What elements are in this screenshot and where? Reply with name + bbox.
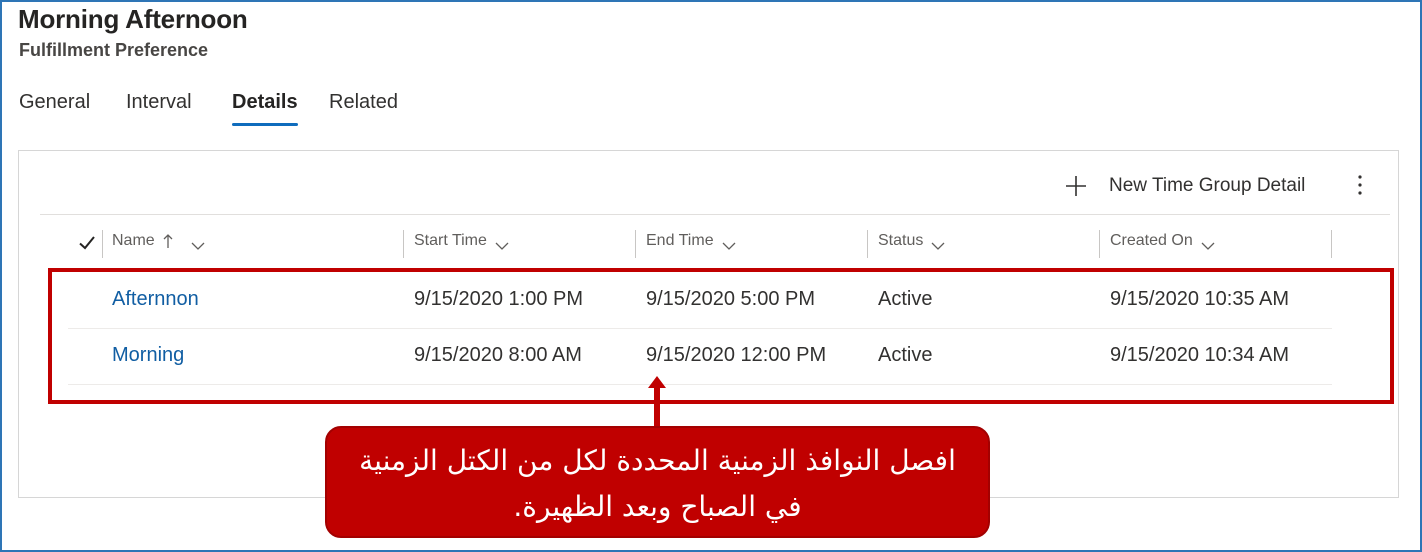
tab-related[interactable]: Related: [329, 88, 398, 126]
tab-general[interactable]: General: [19, 88, 90, 126]
chevron-down-icon: [1201, 237, 1215, 250]
column-header-end-time[interactable]: End Time: [646, 232, 736, 250]
plus-icon: [1063, 173, 1089, 199]
chevron-down-icon: [495, 237, 509, 250]
tab-details[interactable]: Details: [232, 88, 298, 126]
column-divider: [403, 230, 404, 258]
column-header-status-label: Status: [878, 232, 924, 249]
column-header-created-on[interactable]: Created On: [1110, 232, 1215, 250]
new-time-group-detail-label: New Time Group Detail: [1109, 175, 1306, 196]
rows-highlight-box: [48, 268, 1394, 404]
column-divider: [102, 230, 103, 258]
new-time-group-detail-button[interactable]: New Time Group Detail: [1063, 172, 1305, 200]
entity-name: Fulfillment Preference: [19, 40, 209, 60]
tab-interval[interactable]: Interval: [126, 88, 192, 126]
column-divider: [1331, 230, 1332, 258]
select-all-check-icon[interactable]: [78, 234, 96, 252]
column-header-status[interactable]: Status: [878, 232, 945, 250]
chevron-down-icon: [722, 237, 736, 250]
annotation-callout: افصل النوافذ الزمنية المحددة لكل من الكت…: [325, 426, 990, 538]
callout-arrow: [648, 376, 666, 428]
column-header-name-label: Name: [112, 232, 155, 249]
command-bar-divider: [40, 214, 1390, 215]
column-divider: [1099, 230, 1100, 258]
column-divider: [867, 230, 868, 258]
column-header-name[interactable]: Name: [112, 232, 205, 250]
column-header-start-time[interactable]: Start Time: [414, 232, 509, 250]
column-header-created-on-label: Created On: [1110, 232, 1193, 249]
column-header-start-time-label: Start Time: [414, 232, 487, 249]
record-title: Morning Afternoon: [18, 4, 248, 34]
chevron-down-icon: [191, 237, 205, 250]
column-header-end-time-label: End Time: [646, 232, 714, 249]
grid-header-row: Name Start Time End Time Status Created …: [40, 228, 1340, 262]
sort-ascending-icon: [163, 233, 173, 249]
more-vertical-icon[interactable]: [1353, 170, 1367, 200]
chevron-down-icon: [931, 237, 945, 250]
column-divider: [635, 230, 636, 258]
